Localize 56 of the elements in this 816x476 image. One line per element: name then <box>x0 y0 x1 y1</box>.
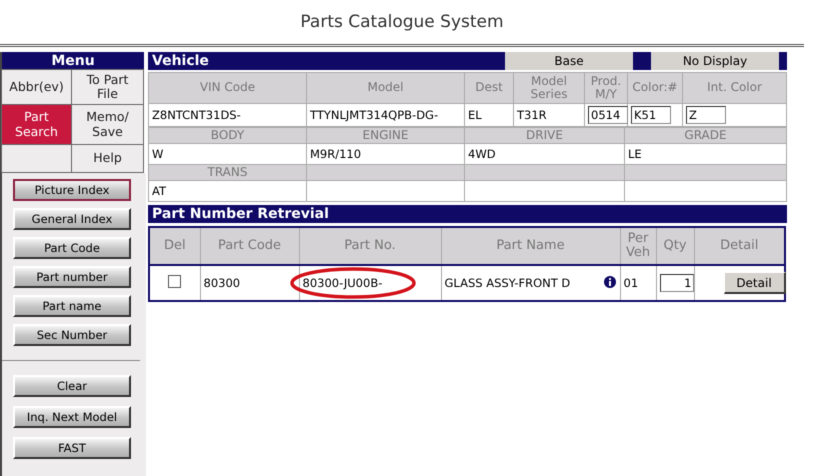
delete-checkbox[interactable] <box>168 275 182 288</box>
field-label: ENGINE <box>306 128 464 144</box>
table-cell: W <box>148 144 306 165</box>
search-button[interactable]: Part Code <box>13 237 131 259</box>
column-header: Model Series <box>514 72 584 104</box>
field-label: GRADE <box>624 128 786 144</box>
table-cell: LE <box>624 144 786 165</box>
search-button[interactable]: Sec Number <box>13 324 131 346</box>
column-header: Detail <box>694 227 785 266</box>
column-header: Part No. <box>299 227 441 266</box>
column-header: Per Veh <box>620 227 656 266</box>
column-header: Part Code <box>200 227 299 266</box>
column-header: Color:# <box>628 72 682 104</box>
table-cell: 01 <box>620 265 656 302</box>
table-cell: M9R/110 <box>306 144 464 165</box>
search-button[interactable]: Part name <box>13 295 131 317</box>
menu-item[interactable]: Help <box>71 144 144 173</box>
table-cell: TTYNLJMT314QPB-DG- <box>306 104 464 126</box>
table-cell: Z8NTCNT31DS- <box>148 104 306 126</box>
info-icon[interactable] <box>604 276 616 288</box>
input-field[interactable]: Z <box>686 106 726 124</box>
search-button[interactable]: General Index <box>13 208 131 230</box>
table-cell: 4WD <box>464 144 624 165</box>
action-button[interactable]: Clear <box>13 375 131 397</box>
part-name: GLASS ASSY-FRONT D <box>444 276 570 290</box>
column-header: Qty <box>656 227 694 266</box>
section-title: Vehicle <box>152 53 209 69</box>
search-button[interactable]: Picture Index <box>13 179 131 201</box>
menu-item[interactable]: Part Search <box>1 104 72 145</box>
detail-button[interactable]: Detail <box>724 272 786 294</box>
table-cell: 80300 <box>200 265 299 302</box>
field-label: TRANS <box>148 164 306 181</box>
table-cell: T31R <box>514 104 584 126</box>
app-title: Parts Catalogue System <box>300 12 504 32</box>
action-button[interactable]: FAST <box>13 437 131 459</box>
quantity-field[interactable]: 1 <box>660 274 694 292</box>
column-header: Dest <box>464 72 514 104</box>
column-header: Part Name <box>441 227 620 266</box>
menu-item[interactable]: To Part File <box>71 69 144 105</box>
field-label: BODY <box>148 128 306 144</box>
table-cell: AT <box>148 180 306 202</box>
column-header: Prod. M/Y <box>584 72 628 104</box>
menu-header: Menu <box>2 52 146 70</box>
column-header: Int. Color <box>682 72 786 104</box>
table-cell: EL <box>464 104 514 126</box>
search-button[interactable]: Part number <box>13 266 131 288</box>
column-header: Del <box>149 227 200 266</box>
action-button[interactable]: Inq. Next Model <box>13 406 131 428</box>
input-field[interactable]: K51 <box>631 106 671 124</box>
column-header: VIN Code <box>148 72 306 104</box>
menu-item[interactable]: Abbr(ev) <box>1 69 72 105</box>
part-number: 80300-JU00B- <box>302 276 382 290</box>
section-title: Part Number Retrevial <box>148 205 787 224</box>
input-field[interactable]: 0514 <box>588 106 628 124</box>
field-label: DRIVE <box>464 128 624 144</box>
column-header: Model <box>306 72 464 104</box>
